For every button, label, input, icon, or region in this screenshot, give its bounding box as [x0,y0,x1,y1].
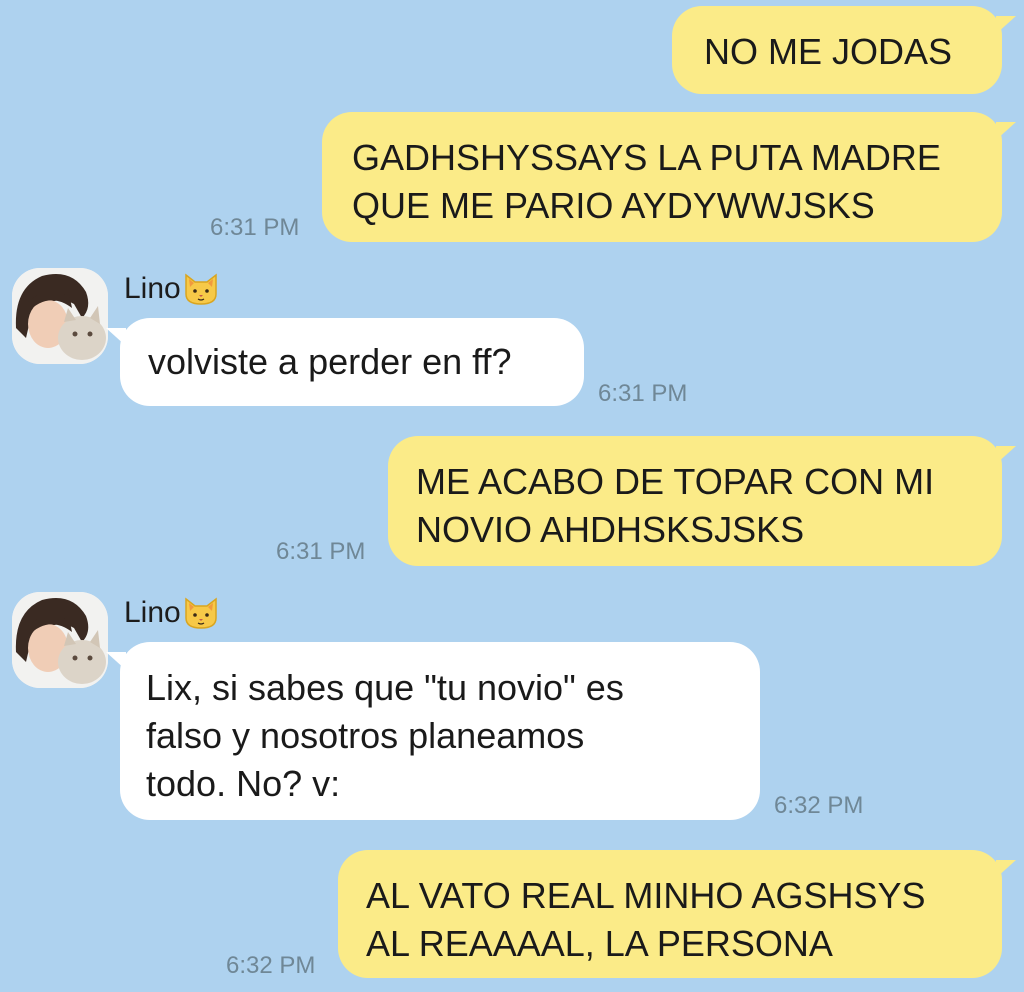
sender-name: Lino [124,272,219,306]
sender-name-label: Lino [124,596,181,629]
message-bubble-outgoing[interactable]: GADHSHYSSAYS LA PUTA MADRE QUE ME PARIO … [322,112,1016,242]
message-bubble-outgoing[interactable]: NO ME JODAS [672,6,1016,94]
avatar-photo [12,268,108,364]
sender-name: Lino [124,596,219,630]
message-timestamp: 6:31 PM [276,538,366,565]
message-timestamp: 6:31 PM [598,380,688,407]
message-bubble-outgoing[interactable]: AL VATO REAL MINHO AGSHSYS AL REAAAAL, L… [338,850,1016,978]
message-bubble-incoming[interactable]: Lix, si sabes que "tu novio" es falso y … [106,642,760,820]
sender-name-label: Lino [124,272,181,305]
avatar-photo [12,592,108,688]
cat-face-icon [184,273,217,305]
message-timestamp: 6:31 PM [210,214,300,241]
cat-face-icon [184,597,217,629]
message-bubble-incoming[interactable]: volviste a perder en ff? [106,318,584,406]
contact-avatar[interactable] [12,268,108,364]
message-timestamp: 6:32 PM [774,792,864,819]
message-bubble-outgoing[interactable]: ME ACABO DE TOPAR CON MI NOVIO AHDHSKSJS… [388,436,1016,566]
message-timestamp: 6:32 PM [226,952,316,979]
contact-avatar[interactable] [12,592,108,688]
